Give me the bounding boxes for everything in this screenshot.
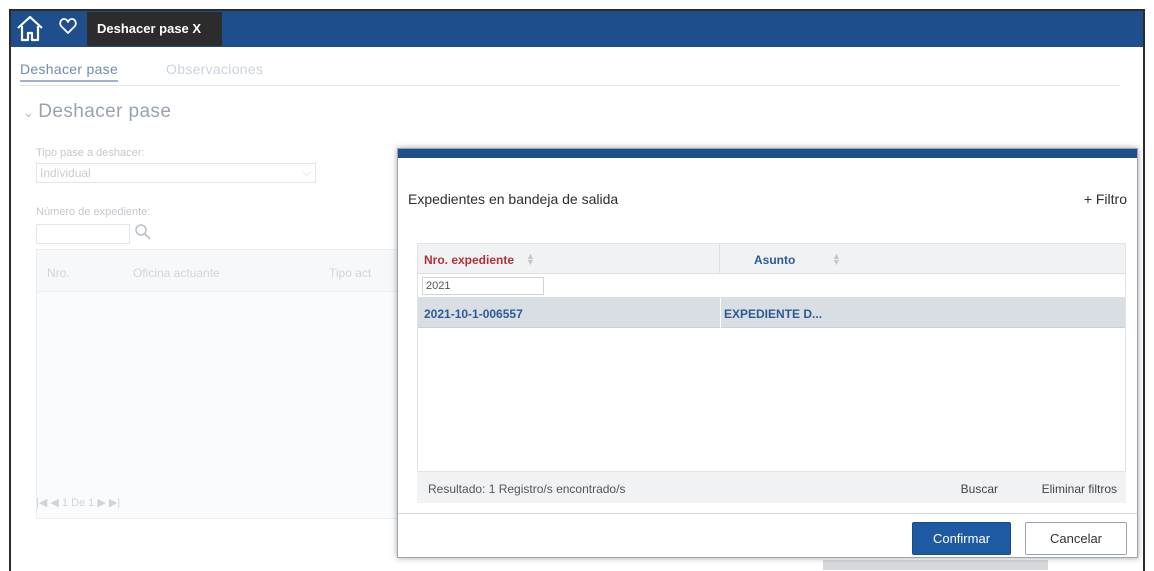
expedientes-grid: Nro. expediente ▲▼ Asunto ▲▼ 2021-10-1-0… <box>417 243 1126 503</box>
section-title[interactable]: ⌄ Deshacer pase <box>23 101 171 123</box>
confirm-button[interactable]: Confirmar <box>912 522 1011 555</box>
home-icon[interactable] <box>15 13 45 43</box>
chevron-down-icon: ⌵ <box>302 167 311 179</box>
column-divider <box>720 298 721 328</box>
search-icon[interactable] <box>133 222 153 242</box>
col-nro: Nro. <box>47 266 70 280</box>
subtab-deshacer-pase[interactable]: Deshacer pase <box>20 61 119 82</box>
modal-title: Expedientes en bandeja de salida <box>408 191 619 207</box>
result-count: Resultado: 1 Registro/s encontrado/s <box>428 482 626 496</box>
numero-expediente-input[interactable] <box>36 224 130 244</box>
column-nro-expediente[interactable]: Nro. expediente ▲ ▼ <box>418 244 720 274</box>
tipo-pase-label: Tipo pase a deshacer: <box>36 147 145 159</box>
table-row[interactable]: 2021-10-1-006557 EXPEDIENTE D... <box>418 298 1125 328</box>
subtab-bar: Deshacer pase Observaciones <box>20 58 1120 86</box>
modal-header-bar <box>398 149 1137 158</box>
cancel-button[interactable]: Cancelar <box>1025 522 1127 555</box>
column-nro-expediente-label: Nro. expediente <box>424 253 515 267</box>
subtab-observaciones[interactable]: Observaciones <box>166 61 263 77</box>
row-nro-expediente: 2021-10-1-006557 <box>424 307 523 321</box>
grid-footer: Resultado: 1 Registro/s encontrado/s Bus… <box>417 471 1126 503</box>
filter-row <box>418 274 1125 298</box>
modal-actions: Confirmar Cancelar <box>398 513 1137 559</box>
top-bar: Deshacer pase X <box>11 11 1143 47</box>
clear-filters-link[interactable]: Eliminar filtros <box>1042 482 1117 496</box>
tipo-pase-value: Individual <box>40 166 91 180</box>
add-filter-link[interactable]: + Filtro <box>1084 191 1127 207</box>
horizontal-scrollbar[interactable] <box>823 560 1048 570</box>
expedientes-modal: Expedientes en bandeja de salida + Filtr… <box>397 148 1138 558</box>
col-oficina-actuante: Oficina actuante <box>133 266 220 280</box>
app-window: Deshacer pase X Deshacer pase Observacio… <box>9 9 1145 571</box>
search-link[interactable]: Buscar <box>961 482 998 496</box>
row-asunto: EXPEDIENTE D... <box>724 307 823 321</box>
pager[interactable]: |◀ ◀ 1 De 1 ▶ ▶| <box>36 496 120 509</box>
chevron-down-icon: ⌄ <box>23 105 35 120</box>
tab-deshacer-pase[interactable]: Deshacer pase X <box>87 12 222 46</box>
tipo-pase-select[interactable]: Individual ⌵ <box>36 163 316 183</box>
col-tipo-act: Tipo act <box>329 266 372 280</box>
heart-icon[interactable] <box>59 17 77 35</box>
nro-expediente-filter-input[interactable] <box>422 277 544 295</box>
sort-icon[interactable]: ▲ ▼ <box>832 252 841 267</box>
section-title-text: Deshacer pase <box>38 101 172 122</box>
column-asunto-label[interactable]: Asunto <box>754 253 795 267</box>
numero-expediente-label: Número de expediente: <box>36 206 151 218</box>
sort-icon[interactable]: ▲ ▼ <box>526 252 535 267</box>
grid-header: Nro. expediente ▲ ▼ Asunto ▲ ▼ <box>418 244 1125 274</box>
